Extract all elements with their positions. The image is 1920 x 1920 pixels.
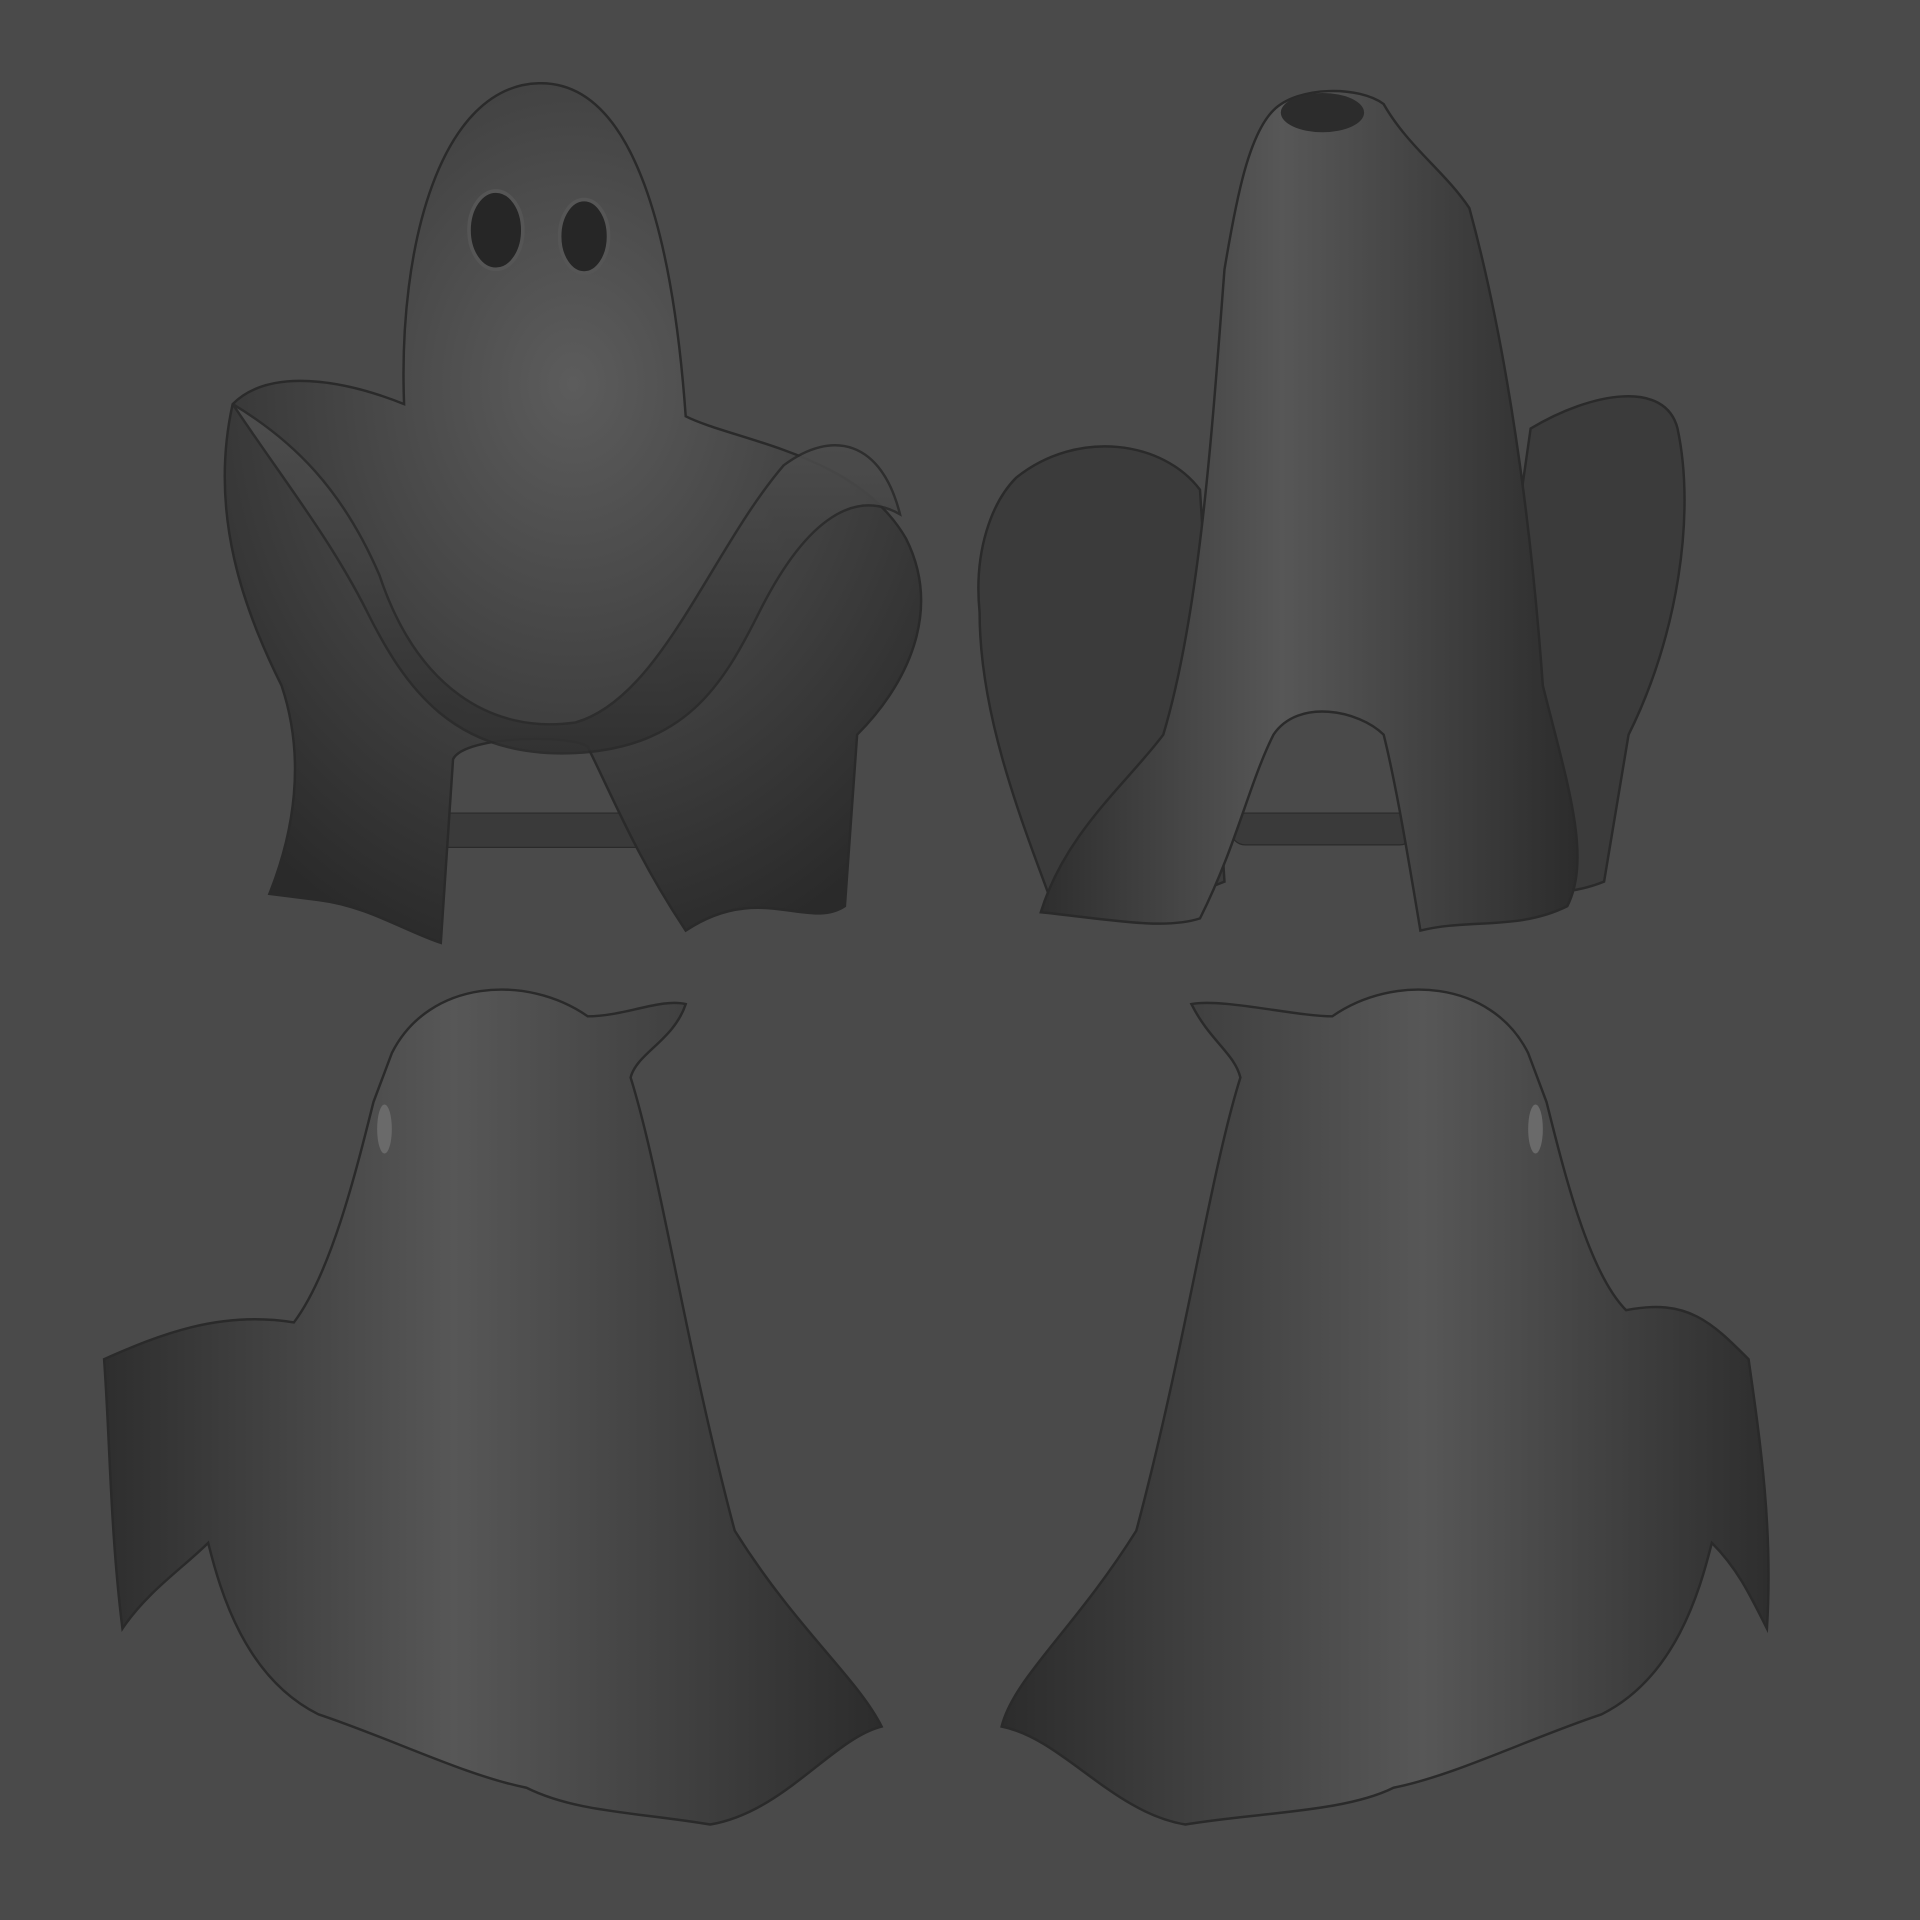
ghost-eye <box>377 1104 392 1154</box>
ghost-eye-right <box>557 197 611 275</box>
support-rod <box>1230 812 1415 846</box>
ghost-head-top <box>1280 93 1365 133</box>
ghost-eye-left <box>467 189 525 272</box>
ghost-eye <box>1528 1104 1543 1154</box>
render-viewport <box>0 0 1920 1920</box>
